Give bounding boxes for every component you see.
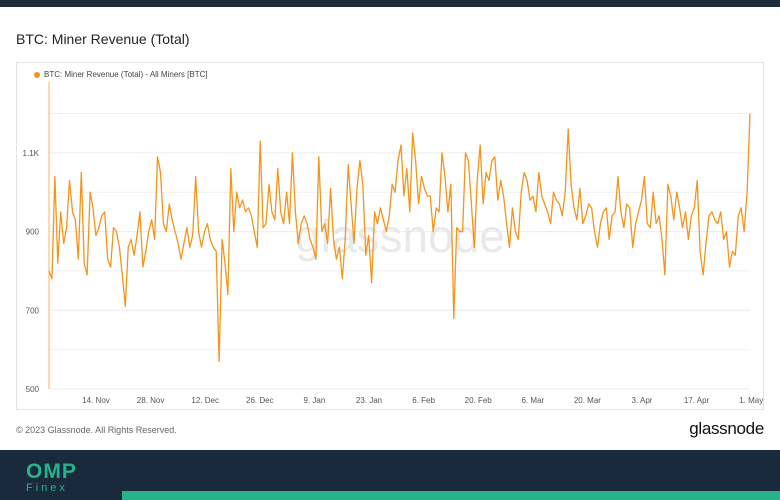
x-tick-label: 23. Jan bbox=[356, 396, 382, 405]
x-tick-label: 20. Mar bbox=[574, 396, 601, 405]
y-tick-label: 1.1K bbox=[23, 149, 40, 158]
x-tick-label: 28. Nov bbox=[137, 396, 165, 405]
x-tick-label: 3. Apr bbox=[632, 396, 653, 405]
x-tick-label: 20. Feb bbox=[465, 396, 493, 405]
omp-finex-logo: OMP Finex bbox=[26, 460, 77, 495]
y-tick-label: 500 bbox=[26, 385, 40, 394]
omp-logo-text: OMP bbox=[26, 460, 77, 483]
x-tick-label: 9. Jan bbox=[304, 396, 326, 405]
glassnode-logo[interactable]: glassnode bbox=[689, 419, 764, 439]
x-tick-label: 6. Mar bbox=[521, 396, 544, 405]
x-tick-label: 12. Dec bbox=[191, 396, 219, 405]
x-tick-label: 14. Nov bbox=[82, 396, 110, 405]
y-tick-label: 900 bbox=[26, 228, 40, 237]
footer-accent-strip bbox=[122, 491, 780, 500]
copyright-text: © 2023 Glassnode. All Rights Reserved. bbox=[16, 425, 177, 435]
x-tick-label: 6. Feb bbox=[412, 396, 435, 405]
x-tick-label: 17. Apr bbox=[684, 396, 710, 405]
x-tick-label: 26. Dec bbox=[246, 396, 274, 405]
y-tick-label: 700 bbox=[26, 306, 40, 315]
omp-logo-subtext: Finex bbox=[26, 482, 68, 494]
x-tick-label: 1. May bbox=[739, 396, 763, 405]
